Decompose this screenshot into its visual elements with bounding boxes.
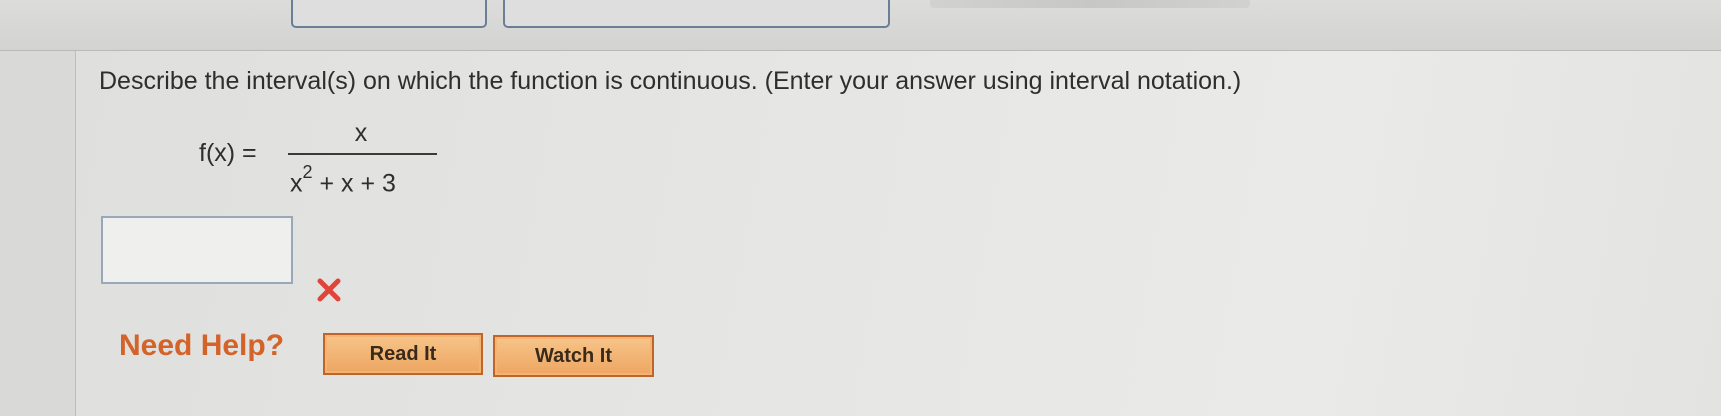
fraction-bar (288, 153, 437, 155)
denominator-base: x (290, 169, 303, 198)
need-help-label: Need Help? (119, 329, 285, 362)
question-prompt: Describe the interval(s) on which the fu… (99, 67, 1242, 95)
function-lhs: f(x) = (199, 139, 257, 167)
red-x-icon (317, 278, 341, 302)
read-it-button[interactable]: Read It (323, 333, 483, 375)
top-toolbar-cropped-text (930, 0, 1250, 8)
denominator-exponent: 2 (302, 162, 313, 182)
fraction-denominator: x2 + x + 3 (290, 162, 396, 198)
top-toolbar-box-2[interactable] (503, 0, 890, 28)
answer-input[interactable] (101, 216, 293, 284)
top-toolbar-strip (0, 0, 1721, 51)
watch-it-button[interactable]: Watch It (493, 335, 654, 377)
denominator-rest: + x + 3 (319, 169, 396, 198)
top-toolbar-box-1[interactable] (291, 0, 487, 28)
fraction-numerator: x (354, 119, 368, 147)
